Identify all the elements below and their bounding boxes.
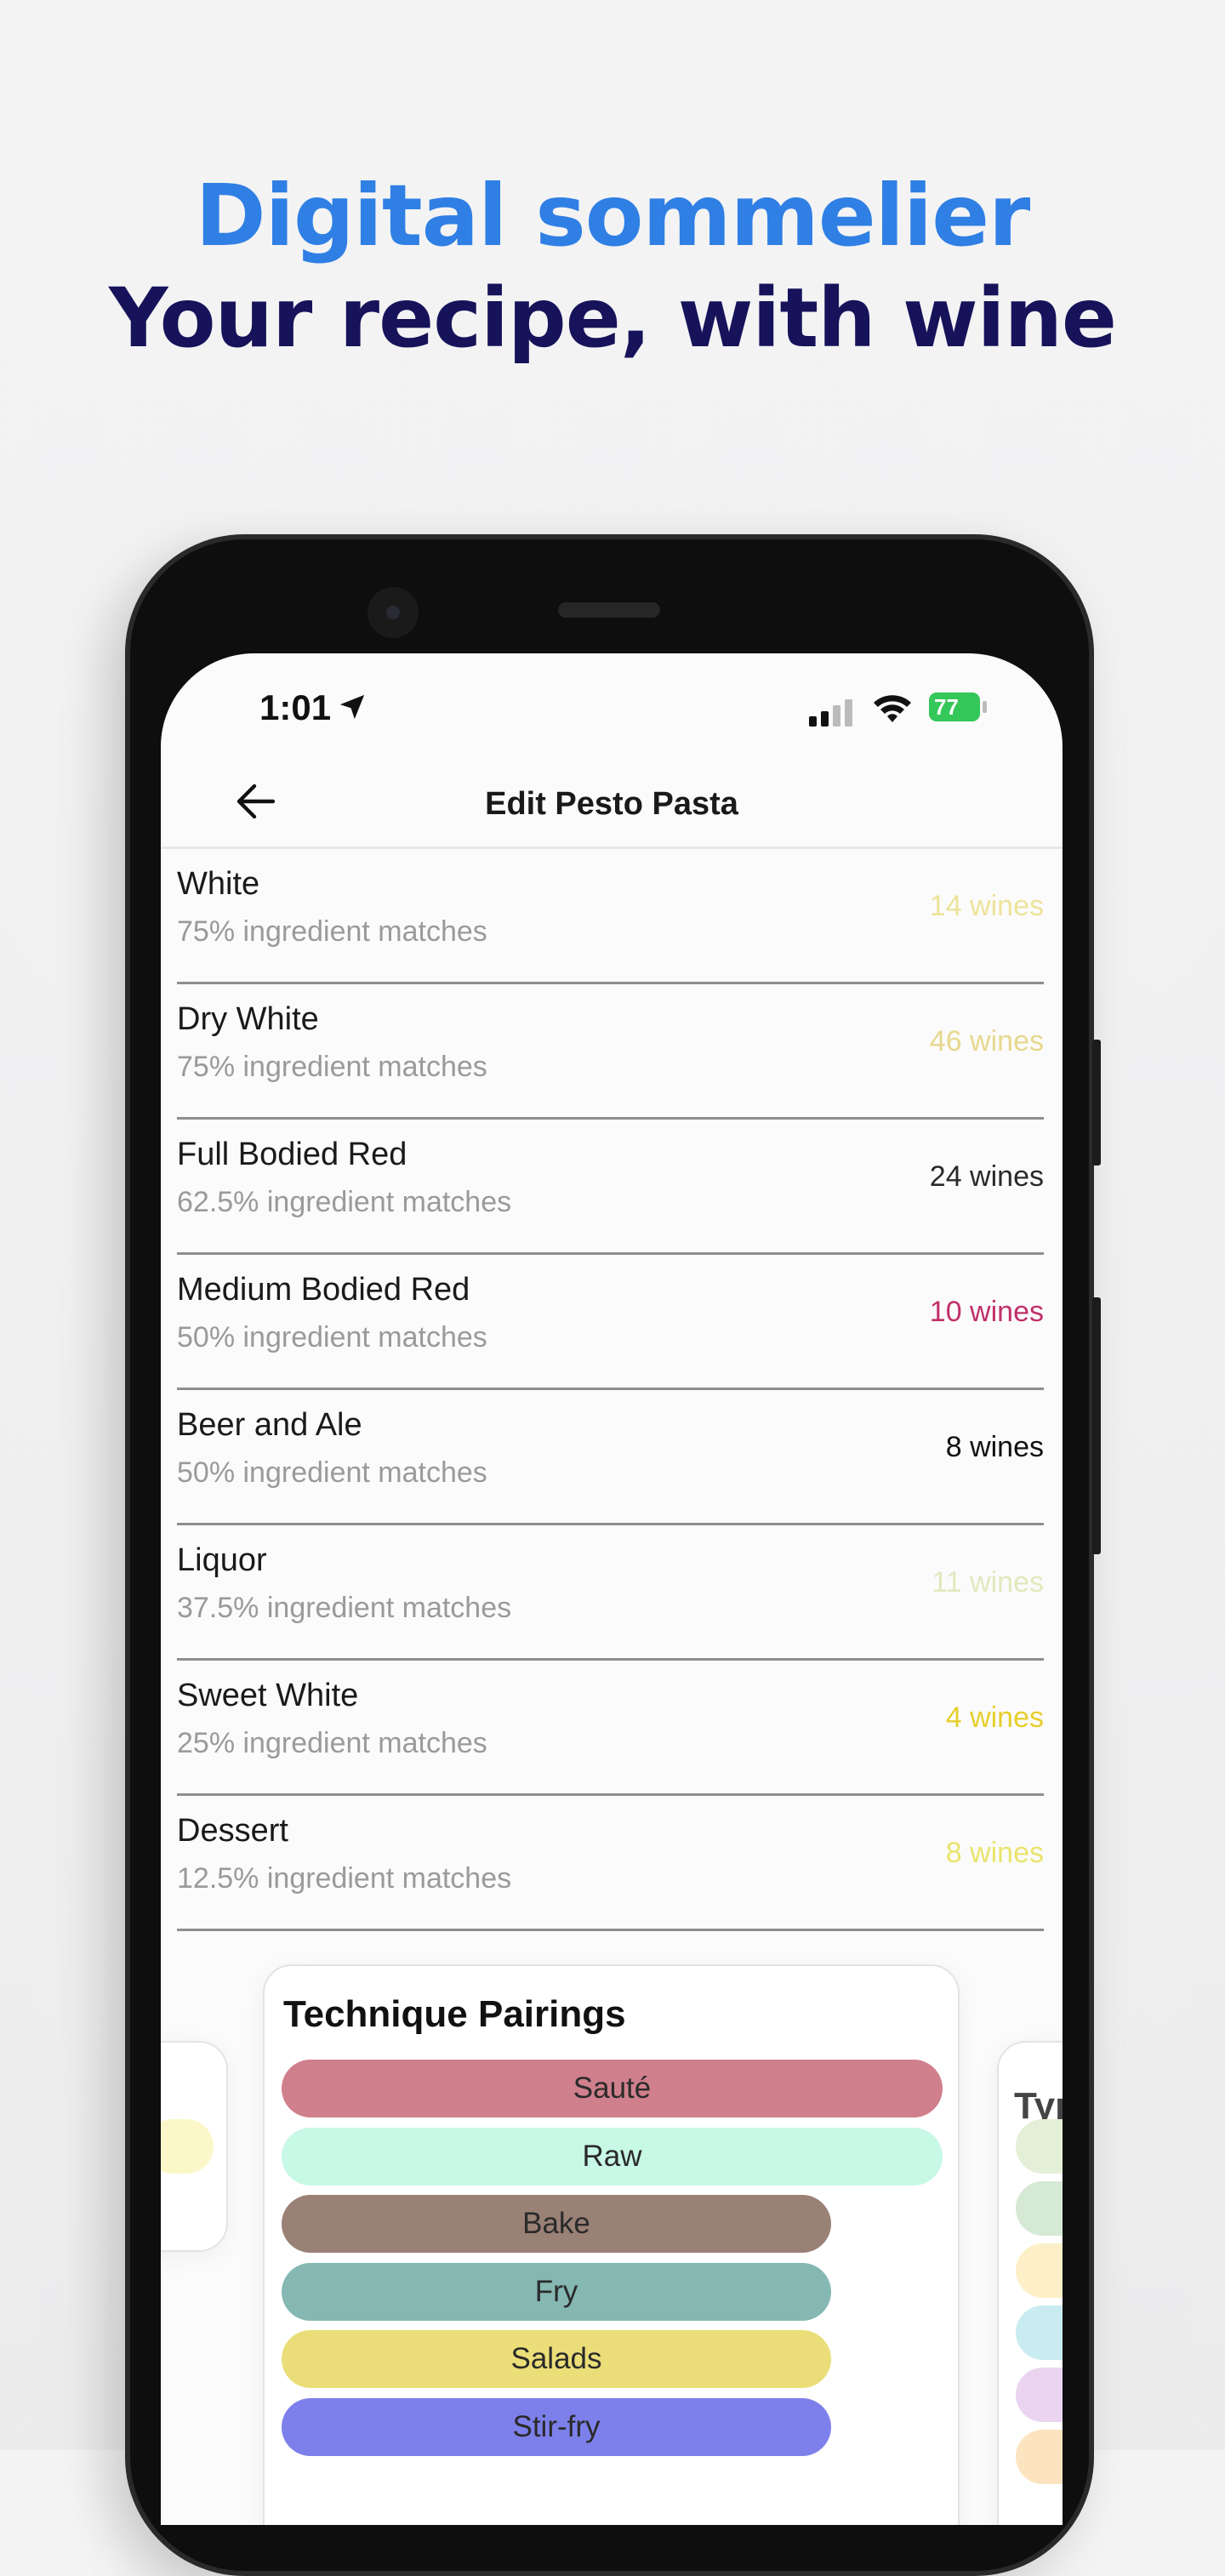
pairing-name: Sweet White: [177, 1678, 359, 1713]
pairing-count: 8 wines: [945, 1837, 1044, 1869]
pairing-match: 37.5% ingredient matches: [177, 1592, 512, 1624]
technique-pill[interactable]: Fry: [282, 2262, 831, 2321]
pairing-row[interactable]: Medium Bodied Red 50% ingredient matches…: [177, 1255, 1044, 1390]
pairing-row[interactable]: White 75% ingredient matches 14 wines: [177, 849, 1044, 984]
left-pairing-card[interactable]: [161, 2041, 228, 2252]
pairing-count: 4 wines: [945, 1701, 1044, 1734]
nav-bar: Edit Pesto Pasta: [161, 755, 1063, 849]
pairing-count: 46 wines: [929, 1025, 1044, 1057]
front-camera: [368, 587, 419, 638]
pairing-count: 11 wines: [932, 1566, 1044, 1599]
promo-subheadline: Your recipe, with wine: [108, 271, 1117, 366]
location-arrow-icon: [339, 694, 365, 720]
pairing-name: Full Bodied Red: [177, 1137, 407, 1172]
card-title: Technique Pairings: [283, 1993, 626, 2035]
pairing-name: White: [177, 866, 260, 902]
cellular-signal-icon: [809, 699, 852, 727]
technique-pairings-card[interactable]: Technique Pairings Sauté Raw Bake Fry Salads…: [263, 1964, 960, 2525]
type-pill[interactable]: [1016, 2243, 1063, 2298]
pairing-row[interactable]: Liquor 37.5% ingredient matches 11 wines: [177, 1525, 1044, 1661]
wine-pairing-list: White 75% ingredient matches 14 wines Dry…: [177, 849, 1044, 1931]
status-bar: 1:01 77: [161, 653, 1063, 755]
app-screen: 1:01 77 Edit Pesto Pasta White 75% ingre…: [161, 653, 1063, 2525]
pairing-row[interactable]: Dessert 12.5% ingredient matches 8 wines: [177, 1796, 1044, 1931]
pairing-count: 14 wines: [929, 890, 1044, 922]
pairing-pill: [161, 2119, 214, 2174]
type-pairings-card[interactable]: Typ: [997, 2041, 1063, 2525]
type-pill[interactable]: [1016, 2181, 1063, 2236]
technique-pill[interactable]: Stir-fry: [282, 2397, 831, 2456]
pairing-name: Dessert: [177, 1813, 288, 1849]
pairing-match: 50% ingredient matches: [177, 1321, 487, 1354]
pairing-row[interactable]: Beer and Ale 50% ingredient matches 8 wi…: [177, 1390, 1044, 1525]
pairing-match: 75% ingredient matches: [177, 1051, 487, 1083]
wifi-icon: [874, 695, 911, 722]
technique-pill[interactable]: Sauté: [282, 2060, 943, 2117]
type-pill[interactable]: [1016, 2430, 1063, 2484]
pairing-match: 75% ingredient matches: [177, 915, 487, 948]
pairing-row[interactable]: Sweet White 25% ingredient matches 4 win…: [177, 1661, 1044, 1796]
earpiece-speaker: [558, 602, 660, 618]
pairing-name: Beer and Ale: [177, 1407, 362, 1443]
promo-headline: Digital sommelier: [195, 166, 1031, 265]
pairing-name: Medium Bodied Red: [177, 1272, 470, 1308]
type-pill[interactable]: [1016, 2305, 1063, 2360]
pairing-count: 8 wines: [945, 1431, 1044, 1463]
pairing-name: Dry White: [177, 1001, 319, 1037]
phone-power-button: [1092, 1297, 1101, 1554]
technique-pill[interactable]: Bake: [282, 2195, 831, 2253]
type-pill[interactable]: [1016, 2119, 1063, 2174]
pairing-match: 50% ingredient matches: [177, 1456, 487, 1489]
pairing-count: 10 wines: [929, 1296, 1044, 1328]
status-time: 1:01: [259, 687, 332, 727]
pairing-name: Liquor: [177, 1542, 267, 1578]
technique-pill[interactable]: Salads: [282, 2330, 831, 2388]
pairing-row[interactable]: Dry White 75% ingredient matches 46 wine…: [177, 984, 1044, 1120]
phone-side-button: [1092, 1040, 1101, 1165]
pairing-match: 25% ingredient matches: [177, 1727, 487, 1759]
page-title: Edit Pesto Pasta: [485, 786, 738, 822]
pairing-match: 12.5% ingredient matches: [177, 1862, 512, 1895]
battery-charging-icon: 77: [929, 692, 987, 721]
pairing-match: 62.5% ingredient matches: [177, 1186, 512, 1218]
technique-pill[interactable]: Raw: [282, 2127, 943, 2186]
type-pill[interactable]: [1016, 2368, 1063, 2422]
pairing-row[interactable]: Full Bodied Red 62.5% ingredient matches…: [177, 1120, 1044, 1255]
pairing-count: 24 wines: [929, 1160, 1044, 1193]
